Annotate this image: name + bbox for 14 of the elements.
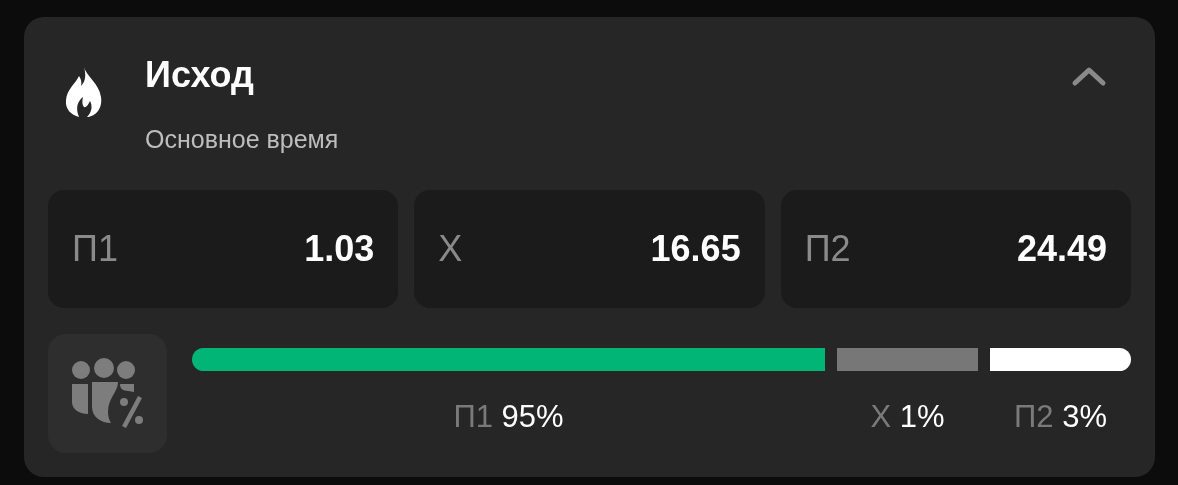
odds-value: 16.65 [650, 228, 741, 270]
odds-value: 24.49 [1016, 228, 1107, 270]
odds-label: П2 [804, 228, 851, 270]
share-label: П1 95% [453, 399, 564, 435]
market-subtitle: Основное время [145, 125, 340, 154]
collapse-button[interactable] [1071, 65, 1107, 87]
odds-label: П1 [72, 228, 118, 270]
share-label: Х 1% [870, 399, 945, 435]
odds-label: Х [438, 228, 463, 270]
share-label: П2 3% [1014, 399, 1107, 435]
people-percent-icon [48, 334, 167, 453]
flame-icon [65, 67, 103, 117]
odds-value: 1.03 [304, 228, 375, 270]
market-title: Исход [145, 53, 255, 97]
